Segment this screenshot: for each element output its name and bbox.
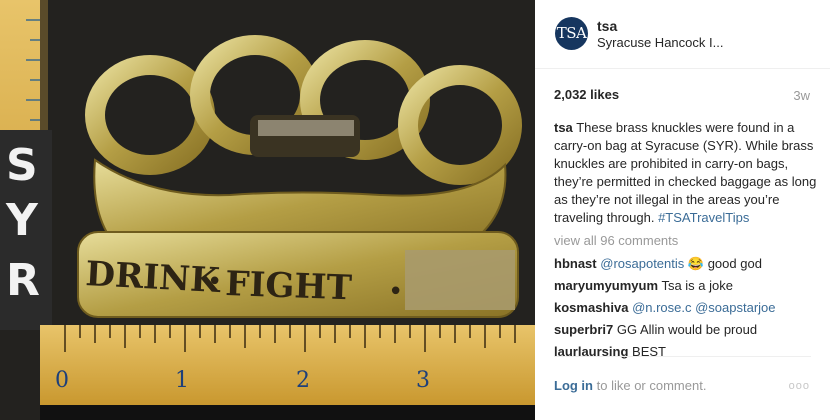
sign-letter-s: S: [6, 140, 38, 191]
comment-item: kosmashiva @n.rose.c @soapstarjoe: [554, 299, 818, 317]
svg-text:•: •: [388, 277, 403, 307]
comments-list: tsa These brass knuckles were found in a…: [554, 119, 818, 365]
comment-item: hbnast @rosapotentis 😂 good god: [554, 255, 818, 273]
view-all-comments-link[interactable]: view all 96 comments: [554, 232, 818, 250]
username-link[interactable]: tsa: [597, 18, 617, 34]
comment-username[interactable]: hbnast: [554, 256, 597, 271]
ruler-number-3: 3: [416, 368, 430, 393]
svg-text:•: •: [207, 267, 222, 297]
post-header: TSA tsa Syracuse Hancock I...: [535, 0, 830, 69]
divider: [554, 356, 811, 357]
comment-mention[interactable]: @n.rose.c @soapstarjoe: [632, 300, 775, 315]
engraving-fight-text: FIGHT: [225, 264, 353, 308]
comment-username[interactable]: kosmashiva: [554, 300, 628, 315]
comment-username[interactable]: superbri7: [554, 322, 613, 337]
ruler-number-2: 2: [296, 368, 310, 393]
comment-item: laurlaursing BEST: [554, 343, 818, 361]
sign-letter-y: Y: [5, 195, 39, 246]
hashtag-link[interactable]: #TSATravelTips: [658, 210, 749, 225]
location-link[interactable]: Syracuse Hancock I...: [597, 35, 723, 50]
comment-item: maryumyumyum Tsa is a joke: [554, 277, 818, 295]
comment-text: 😂 good god: [687, 256, 762, 271]
avatar[interactable]: TSA: [555, 17, 588, 50]
post-age[interactable]: 3w: [793, 88, 810, 103]
sign-letter-r: R: [6, 255, 40, 306]
ruler-number-0: 0: [55, 368, 69, 393]
post-photo[interactable]: DRINK • FIGHT • S Y R 0 1 2 3: [0, 0, 535, 420]
login-prompt: Log in to like or comment.: [554, 378, 706, 393]
comment-username[interactable]: maryumyumyum: [554, 278, 658, 293]
login-suffix: to like or comment.: [596, 378, 707, 393]
engraving-drink-text: DRINK: [85, 254, 223, 301]
more-options-icon[interactable]: ooo: [789, 380, 810, 392]
comment-text: Tsa is a joke: [661, 278, 733, 293]
comment-text: GG Allin would be proud: [616, 322, 758, 337]
comment-mention[interactable]: @rosapotentis: [600, 256, 684, 271]
login-link[interactable]: Log in: [554, 378, 593, 393]
post-sidebar: TSA tsa Syracuse Hancock I... 2,032 like…: [535, 0, 830, 420]
ruler-number-1: 1: [175, 368, 189, 393]
comment-item: superbri7 GG Allin would be proud: [554, 321, 818, 339]
caption-username[interactable]: tsa: [554, 120, 573, 135]
caption: tsa These brass knuckles were found in a…: [554, 119, 818, 227]
likes-count[interactable]: 2,032 likes: [554, 87, 619, 102]
